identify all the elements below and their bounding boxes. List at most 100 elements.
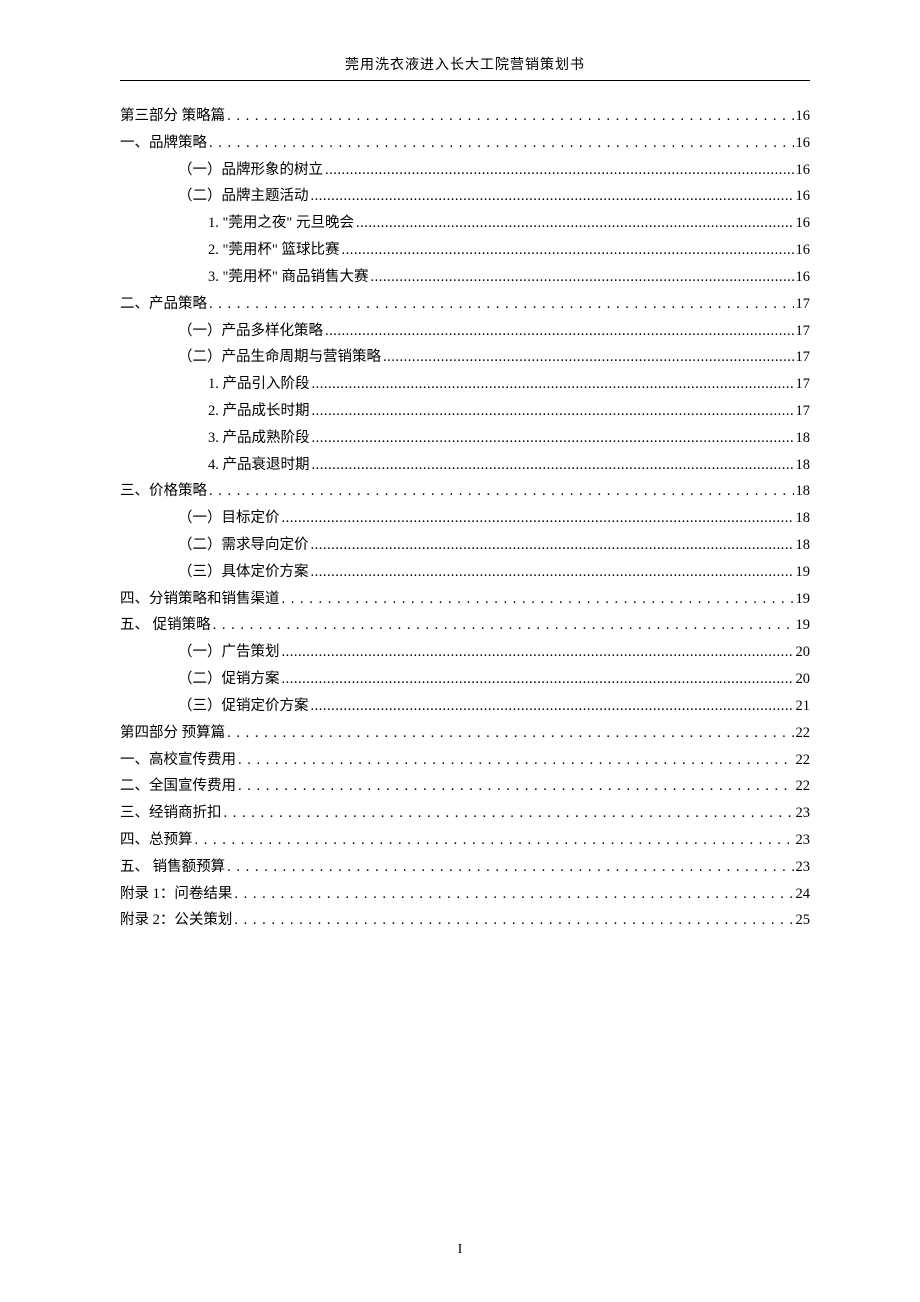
toc-entry-page: 18 <box>796 425 811 452</box>
toc-entry-page: 19 <box>796 586 811 613</box>
toc-entry-page: 16 <box>796 210 811 237</box>
toc-entry-page: 23 <box>796 854 811 881</box>
toc-entry-label: 二、全国宣传费用 <box>120 773 236 800</box>
toc-entry-page: 20 <box>796 666 811 693</box>
toc-entry: 4. 产品衰退时期18 <box>120 452 810 479</box>
toc-entry-page: 17 <box>796 371 811 398</box>
toc-entry-label: （二）品牌主题活动 <box>178 183 309 210</box>
toc-entry-label: （二）产品生命周期与营销策略 <box>178 344 381 371</box>
toc-entry-label: 3. "莞用杯" 商品销售大赛 <box>208 264 368 291</box>
toc-entry-page: 21 <box>796 693 811 720</box>
toc-entry: （一）品牌形象的树立 16 <box>120 157 810 184</box>
toc-leader-dots <box>311 693 794 720</box>
toc-entry-page: 16 <box>796 103 811 130</box>
toc-entry: （二）产品生命周期与营销策略 17 <box>120 344 810 371</box>
toc-entry: 第四部分 预算篇22 <box>120 720 810 747</box>
toc-entry: （三）具体定价方案19 <box>120 559 810 586</box>
toc-leader-dots <box>213 612 794 639</box>
toc-leader-dots <box>370 264 793 291</box>
toc-leader-dots <box>312 425 794 452</box>
toc-entry-label: 1. 产品引入阶段 <box>208 371 310 398</box>
toc-entry-label: 一、高校宣传费用 <box>120 747 236 774</box>
toc-entry: 2. "莞用杯" 篮球比赛 16 <box>120 237 810 264</box>
toc-entry: 四、总预算23 <box>120 827 810 854</box>
toc-leader-dots <box>282 586 794 613</box>
toc-entry-label: 1. "莞用之夜" 元旦晚会 <box>208 210 354 237</box>
toc-leader-dots <box>209 478 794 505</box>
toc-entry-label: （一）目标定价 <box>178 505 280 532</box>
toc-entry-label: （二）促销方案 <box>178 666 280 693</box>
toc-entry-page: 20 <box>796 639 811 666</box>
toc-entry: 二、全国宣传费用 22 <box>120 773 810 800</box>
toc-entry-page: 17 <box>796 291 811 318</box>
toc-leader-dots <box>312 452 794 479</box>
toc-entry: 3. "莞用杯" 商品销售大赛 16 <box>120 264 810 291</box>
toc-entry-page: 16 <box>796 130 811 157</box>
toc-entry-page: 22 <box>796 720 811 747</box>
toc-leader-dots <box>383 344 794 371</box>
toc-entry: 1. 产品引入阶段 17 <box>120 371 810 398</box>
toc-entry-label: 第三部分 策略篇 <box>120 103 225 130</box>
toc-entry-label: 附录 2：公关策划 <box>120 907 232 934</box>
toc-entry: （一）产品多样化策略 17 <box>120 318 810 345</box>
toc-entry-page: 25 <box>796 907 811 934</box>
toc-leader-dots <box>234 881 793 908</box>
toc-entry-label: （二）需求导向定价 <box>178 532 309 559</box>
toc-entry-page: 17 <box>796 318 811 345</box>
toc-entry-page: 24 <box>796 881 811 908</box>
toc-entry-page: 17 <box>796 398 811 425</box>
toc-leader-dots <box>227 103 793 130</box>
toc-leader-dots <box>282 666 794 693</box>
toc-leader-dots <box>325 157 794 184</box>
toc-entry: （二）需求导向定价 18 <box>120 532 810 559</box>
toc-entry: 五、 销售额预算 23 <box>120 854 810 881</box>
toc-leader-dots <box>341 237 793 264</box>
toc-leader-dots <box>209 291 794 318</box>
toc-leader-dots <box>209 130 794 157</box>
toc-entry-label: 五、 销售额预算 <box>120 854 225 881</box>
toc-entry-page: 17 <box>796 344 811 371</box>
toc-entry-page: 19 <box>796 559 811 586</box>
toc-entry-label: （一）产品多样化策略 <box>178 318 323 345</box>
toc-entry: 三、价格策略18 <box>120 478 810 505</box>
toc-entry-label: 一、品牌策略 <box>120 130 207 157</box>
toc-entry: 五、 促销策略 19 <box>120 612 810 639</box>
toc-entry-label: （一）品牌形象的树立 <box>178 157 323 184</box>
toc-entry-page: 19 <box>796 612 811 639</box>
toc-leader-dots <box>238 747 794 774</box>
page-number: I <box>0 1242 920 1258</box>
toc-entry-page: 18 <box>796 532 811 559</box>
toc-entry: 1. "莞用之夜" 元旦晚会 16 <box>120 210 810 237</box>
toc-entry: 第三部分 策略篇 16 <box>120 103 810 130</box>
toc-entry-page: 16 <box>796 264 811 291</box>
toc-entry-label: 2. 产品成长时期 <box>208 398 310 425</box>
toc-entry: 附录 2：公关策划 25 <box>120 907 810 934</box>
toc-entry-label: 2. "莞用杯" 篮球比赛 <box>208 237 339 264</box>
toc-entry: （二）促销方案 20 <box>120 666 810 693</box>
toc-leader-dots <box>312 398 794 425</box>
page-header-title: 莞用洗衣液进入长大工院营销策划书 <box>120 54 810 81</box>
toc-entry-page: 16 <box>796 183 811 210</box>
toc-leader-dots <box>282 639 794 666</box>
toc-entry-page: 22 <box>796 747 811 774</box>
toc-entry-page: 16 <box>796 237 811 264</box>
toc-entry-label: （三）促销定价方案 <box>178 693 309 720</box>
toc-leader-dots <box>311 532 794 559</box>
toc-entry-page: 16 <box>796 157 811 184</box>
toc-leader-dots <box>224 800 794 827</box>
toc-leader-dots <box>227 854 793 881</box>
toc-leader-dots <box>195 827 794 854</box>
toc-entry-page: 23 <box>796 800 811 827</box>
toc-entry-page: 22 <box>796 773 811 800</box>
toc-entry-label: 3. 产品成熟阶段 <box>208 425 310 452</box>
toc-entry: 一、高校宣传费用 22 <box>120 747 810 774</box>
toc-entry: 四、分销策略和销售渠道19 <box>120 586 810 613</box>
toc-leader-dots <box>312 371 794 398</box>
toc-leader-dots <box>356 210 794 237</box>
toc-entry-label: 四、总预算 <box>120 827 193 854</box>
table-of-contents: 第三部分 策略篇16一、品牌策略16（一）品牌形象的树立16（二）品牌主题活动1… <box>120 103 810 934</box>
toc-entry-label: 五、 促销策略 <box>120 612 211 639</box>
toc-leader-dots <box>238 773 794 800</box>
toc-leader-dots <box>282 505 794 532</box>
toc-leader-dots <box>311 559 794 586</box>
